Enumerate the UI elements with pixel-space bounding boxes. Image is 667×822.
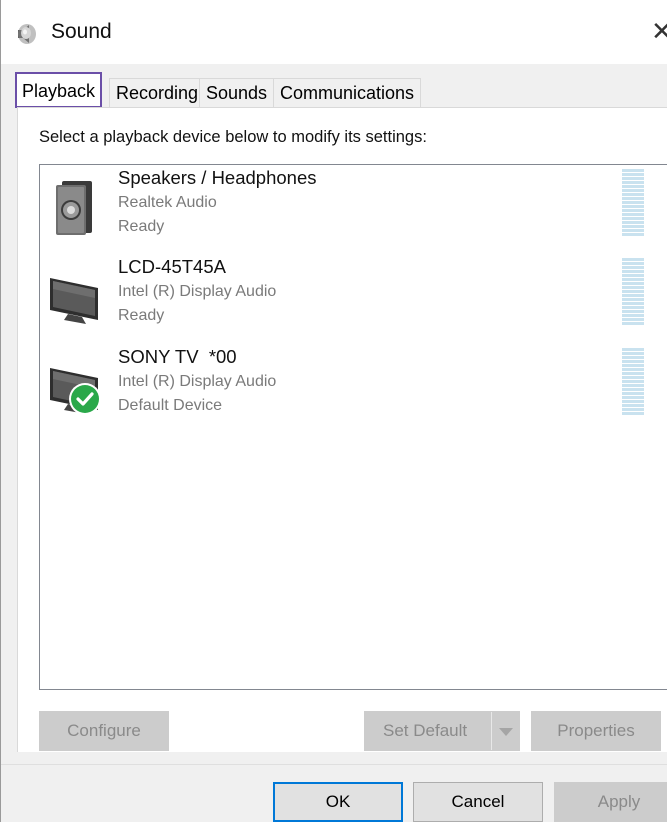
instructions-text: Select a playback device below to modify… xyxy=(39,128,427,146)
ok-button[interactable]: OK xyxy=(273,782,403,822)
meter-segment xyxy=(622,412,644,415)
meter-segment xyxy=(622,233,644,236)
device-driver: Intel (R) Display Audio xyxy=(118,373,277,390)
device-status: Default Device xyxy=(118,397,223,414)
meter-segment xyxy=(622,177,644,180)
meter-segment xyxy=(622,388,644,391)
meter-segment xyxy=(622,262,644,265)
meter-segment xyxy=(622,229,644,232)
playback-panel: Select a playback device below to modify… xyxy=(17,107,667,752)
properties-button[interactable]: Properties xyxy=(531,711,661,751)
volume-meter xyxy=(622,258,644,325)
configure-button[interactable]: Configure xyxy=(39,711,169,751)
close-icon[interactable]: ✕ xyxy=(651,14,667,50)
meter-segment xyxy=(622,225,644,228)
meter-segment xyxy=(622,310,644,313)
meter-segment xyxy=(622,213,644,216)
meter-segment xyxy=(622,384,644,387)
meter-segment xyxy=(622,302,644,305)
meter-segment xyxy=(622,266,644,269)
device-driver: Realtek Audio xyxy=(118,194,217,211)
meter-segment xyxy=(622,185,644,188)
meter-segment xyxy=(622,396,644,399)
dialog-client-area: Recording Sounds Communications Playback… xyxy=(1,64,667,822)
tab-sounds[interactable]: Sounds xyxy=(199,78,275,108)
volume-meter xyxy=(622,169,644,236)
meter-segment xyxy=(622,322,644,325)
meter-segment xyxy=(622,282,644,285)
device-list[interactable]: Speakers / Headphones Realtek Audio Read… xyxy=(39,164,667,690)
meter-segment xyxy=(622,209,644,212)
meter-segment xyxy=(622,372,644,375)
list-item[interactable]: Speakers / Headphones Realtek Audio Read… xyxy=(40,165,667,253)
tab-playback[interactable]: Playback xyxy=(15,72,103,108)
meter-segment xyxy=(622,392,644,395)
device-name: LCD-45T45A xyxy=(118,256,226,277)
footer-divider xyxy=(1,764,667,765)
list-item[interactable]: SONY TV *00 Intel (R) Display Audio Defa… xyxy=(40,344,667,432)
meter-segment xyxy=(622,286,644,289)
meter-segment xyxy=(622,217,644,220)
window-title: Sound xyxy=(51,20,112,43)
meter-segment xyxy=(622,364,644,367)
meter-segment xyxy=(622,408,644,411)
speaker-icon xyxy=(18,24,36,44)
meter-segment xyxy=(622,197,644,200)
meter-segment xyxy=(622,404,644,407)
set-default-button[interactable]: Set Default xyxy=(364,711,520,751)
meter-segment xyxy=(622,356,644,359)
meter-segment xyxy=(622,270,644,273)
meter-segment xyxy=(622,306,644,309)
meter-segment xyxy=(622,278,644,281)
device-status: Ready xyxy=(118,307,165,324)
volume-meter xyxy=(622,348,644,415)
meter-segment xyxy=(622,376,644,379)
tab-communications[interactable]: Communications xyxy=(273,78,422,108)
meter-segment xyxy=(622,181,644,184)
sound-dialog: Sound ✕ Recording Sounds Communications … xyxy=(0,0,667,822)
device-status: Ready xyxy=(118,218,165,235)
meter-segment xyxy=(622,173,644,176)
meter-segment xyxy=(622,360,644,363)
meter-segment xyxy=(622,193,644,196)
title-bar: Sound ✕ xyxy=(1,0,667,64)
meter-segment xyxy=(622,221,644,224)
meter-segment xyxy=(622,258,644,261)
tab-recording[interactable]: Recording xyxy=(109,78,206,108)
meter-segment xyxy=(622,205,644,208)
checkmark-icon xyxy=(69,383,101,415)
meter-segment xyxy=(622,380,644,383)
meter-segment xyxy=(622,201,644,204)
speaker-icon xyxy=(56,181,92,235)
meter-segment xyxy=(622,314,644,317)
meter-segment xyxy=(622,189,644,192)
meter-segment xyxy=(622,400,644,403)
device-name: SONY TV *00 xyxy=(118,346,237,367)
meter-segment xyxy=(622,290,644,293)
chevron-down-icon[interactable] xyxy=(491,712,519,750)
meter-segment xyxy=(622,274,644,277)
device-name: Speakers / Headphones xyxy=(118,167,317,188)
device-driver: Intel (R) Display Audio xyxy=(118,283,277,300)
meter-segment xyxy=(622,298,644,301)
meter-segment xyxy=(622,318,644,321)
meter-segment xyxy=(622,348,644,351)
list-item[interactable]: LCD-45T45A Intel (R) Display Audio Ready xyxy=(40,254,667,342)
apply-button[interactable]: Apply xyxy=(554,782,667,822)
meter-segment xyxy=(622,169,644,172)
meter-segment xyxy=(622,368,644,371)
meter-segment xyxy=(622,294,644,297)
cancel-button[interactable]: Cancel xyxy=(413,782,543,822)
meter-segment xyxy=(622,352,644,355)
set-default-label: Set Default xyxy=(383,721,468,740)
monitor-icon xyxy=(50,278,98,324)
